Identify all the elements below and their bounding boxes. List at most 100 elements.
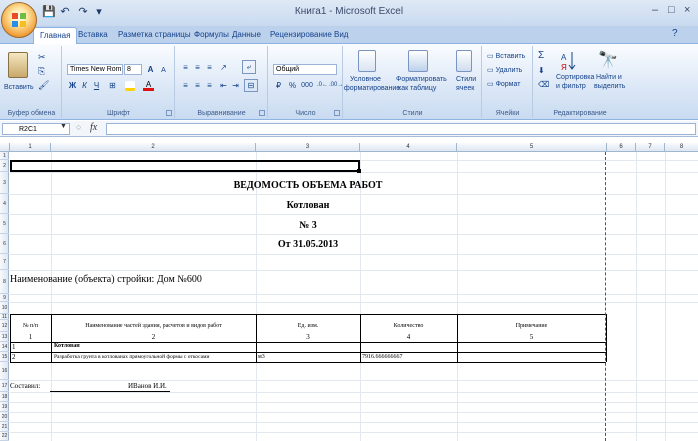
column-header[interactable]: 5 bbox=[457, 143, 607, 152]
row-header[interactable]: 17 bbox=[0, 380, 9, 392]
paste-icon[interactable] bbox=[8, 52, 28, 78]
wrap-text-icon[interactable]: ⤶ bbox=[242, 60, 256, 74]
font-name-combo[interactable]: Times New Rom bbox=[67, 64, 123, 75]
maximize-icon[interactable]: □ bbox=[668, 4, 675, 16]
column-header[interactable]: 3 bbox=[256, 143, 360, 152]
row-header[interactable]: 7 bbox=[0, 254, 9, 270]
fill-color-icon[interactable] bbox=[125, 81, 135, 91]
percent-button[interactable]: % bbox=[287, 80, 298, 91]
column-header[interactable]: 4 bbox=[360, 143, 457, 152]
align-top-icon[interactable]: ≡ bbox=[180, 62, 191, 73]
row-header[interactable]: 14 bbox=[0, 342, 9, 352]
row-header[interactable]: 3 bbox=[0, 172, 9, 194]
format-painter-icon[interactable]: 🖌 bbox=[38, 80, 49, 91]
find-select-button[interactable]: Найти и bbox=[596, 74, 622, 81]
alignment-launcher-icon[interactable] bbox=[259, 110, 265, 116]
align-center-icon[interactable]: ≡ bbox=[192, 80, 203, 91]
column-header[interactable]: 1 bbox=[10, 143, 51, 152]
cell-styles-button[interactable]: Стили bbox=[456, 76, 476, 83]
cut-icon[interactable]: ✂ bbox=[38, 52, 46, 63]
conditional-format-button[interactable]: Условное bbox=[350, 76, 381, 83]
number-launcher-icon[interactable] bbox=[334, 110, 340, 116]
find-select-button-line2[interactable]: выделить bbox=[594, 83, 625, 90]
minimize-icon[interactable]: – bbox=[652, 4, 658, 16]
namebox-dropdown-icon[interactable]: ▼ bbox=[60, 123, 67, 130]
align-middle-icon[interactable]: ≡ bbox=[192, 62, 203, 73]
merge-center-icon[interactable]: ⊟ bbox=[244, 79, 258, 92]
tab-review[interactable]: Рецензирование bbox=[270, 30, 332, 39]
sort-filter-button[interactable]: Сортировка bbox=[556, 74, 594, 81]
row-header[interactable]: 4 bbox=[0, 194, 9, 214]
orientation-icon[interactable]: ↗ bbox=[218, 62, 229, 73]
bold-button[interactable]: Ж bbox=[67, 80, 78, 91]
align-right-icon[interactable]: ≡ bbox=[204, 80, 215, 91]
row-header[interactable]: 9 bbox=[0, 294, 9, 302]
font-color-icon[interactable]: A bbox=[143, 79, 154, 91]
row-header[interactable]: 20 bbox=[0, 412, 9, 422]
close-icon[interactable]: × bbox=[684, 4, 690, 16]
decrease-decimal-icon[interactable]: .00→ bbox=[329, 80, 343, 91]
cancel-formula-icon[interactable]: ○ bbox=[76, 122, 81, 132]
selected-cell[interactable] bbox=[10, 160, 360, 172]
cell-styles-icon[interactable] bbox=[456, 50, 472, 72]
format-table-button-line2[interactable]: как таблицу bbox=[398, 85, 436, 92]
sort-filter-icon[interactable]: AЯ bbox=[560, 50, 576, 72]
align-left-icon[interactable]: ≡ bbox=[180, 80, 191, 91]
row-header[interactable]: 5 bbox=[0, 214, 9, 234]
fill-icon[interactable]: ⬇ bbox=[538, 66, 545, 75]
format-table-button[interactable]: Форматировать bbox=[396, 76, 447, 83]
row-header[interactable]: 22 bbox=[0, 432, 9, 441]
help-icon[interactable]: ? bbox=[672, 28, 678, 39]
row-header[interactable]: 8 bbox=[0, 270, 9, 294]
tab-insert[interactable]: Вставка bbox=[78, 30, 108, 39]
increase-decimal-icon[interactable]: .0← bbox=[317, 80, 328, 91]
fill-handle[interactable] bbox=[357, 169, 361, 173]
row-header[interactable]: 1 bbox=[0, 152, 9, 160]
increase-indent-icon[interactable]: ⇥ bbox=[230, 80, 241, 91]
currency-icon[interactable]: ₽ bbox=[273, 80, 284, 91]
borders-icon[interactable]: ⊞ bbox=[107, 80, 118, 91]
row-header[interactable]: 16 bbox=[0, 362, 9, 380]
row-header[interactable]: 10 bbox=[0, 302, 9, 314]
formula-input[interactable] bbox=[106, 123, 696, 135]
tab-page-layout[interactable]: Разметка страницы bbox=[118, 30, 191, 39]
column-header[interactable]: 6 bbox=[607, 143, 636, 152]
worksheet-grid[interactable]: ВЕДОМОСТЬ ОБЪЕМА РАБОТ Котлован № 3 От 3… bbox=[10, 152, 698, 441]
column-header[interactable]: 2 bbox=[51, 143, 256, 152]
row-header[interactable]: 19 bbox=[0, 402, 9, 412]
insert-cells-button[interactable]: ▭ Вставить bbox=[487, 52, 525, 60]
tab-home[interactable]: Главная bbox=[33, 27, 78, 45]
row-header[interactable]: 21 bbox=[0, 422, 9, 432]
cell-styles-button-line2[interactable]: ячеек bbox=[456, 85, 474, 92]
insert-function-button[interactable]: fx bbox=[90, 122, 97, 133]
grow-font-button[interactable]: A bbox=[145, 64, 156, 75]
format-table-icon[interactable] bbox=[408, 50, 428, 72]
delete-cells-button[interactable]: ▭ Удалить bbox=[487, 66, 522, 74]
format-cells-button[interactable]: ▭ Формат bbox=[487, 80, 520, 88]
column-header[interactable]: 8 bbox=[665, 143, 698, 152]
number-format-combo[interactable]: Общий bbox=[273, 64, 337, 75]
clear-icon[interactable]: ⌫ bbox=[538, 80, 549, 89]
conditional-format-button-line2[interactable]: форматирование bbox=[344, 85, 400, 92]
font-size-combo[interactable]: 8 bbox=[124, 64, 142, 75]
thousands-button[interactable]: 000 bbox=[299, 80, 315, 91]
align-bottom-icon[interactable]: ≡ bbox=[204, 62, 215, 73]
row-header[interactable]: 15 bbox=[0, 352, 9, 362]
office-button[interactable] bbox=[1, 2, 37, 38]
row-header[interactable]: 13 bbox=[0, 332, 9, 342]
tab-view[interactable]: Вид bbox=[334, 30, 348, 39]
font-launcher-icon[interactable] bbox=[166, 110, 172, 116]
column-header[interactable]: 7 bbox=[636, 143, 665, 152]
conditional-format-icon[interactable] bbox=[358, 50, 376, 72]
row-header[interactable]: 2 bbox=[0, 160, 9, 172]
autosum-button[interactable]: Σ bbox=[538, 50, 544, 61]
row-header[interactable]: 6 bbox=[0, 234, 9, 254]
tab-data[interactable]: Данные bbox=[232, 30, 261, 39]
shrink-font-button[interactable]: A bbox=[158, 65, 169, 76]
row-header[interactable]: 18 bbox=[0, 392, 9, 402]
copy-icon[interactable]: ⎘ bbox=[38, 66, 45, 77]
italic-button[interactable]: К bbox=[79, 80, 90, 91]
tab-formulas[interactable]: Формулы bbox=[194, 30, 229, 39]
sort-filter-button-line2[interactable]: и фильтр bbox=[556, 83, 586, 90]
row-header[interactable]: 12 bbox=[0, 320, 9, 332]
